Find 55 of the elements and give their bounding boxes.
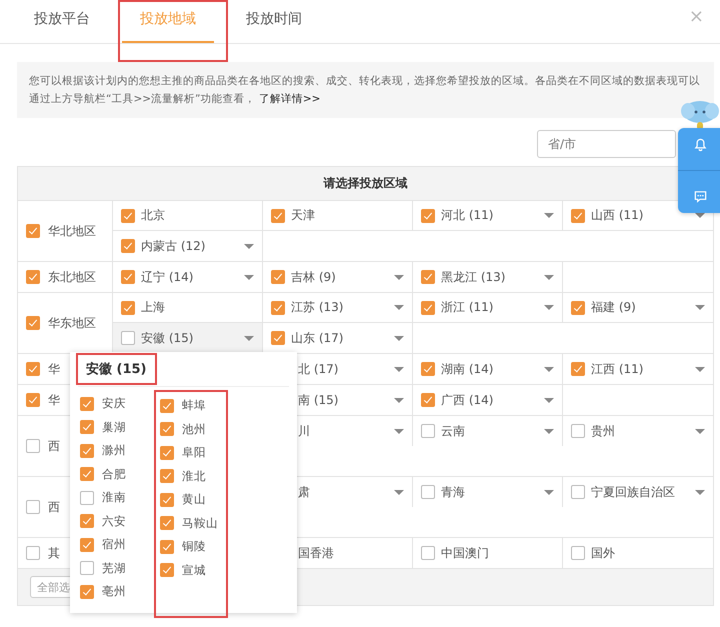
city-label: 淮北 [182,468,206,484]
region-label: 东北地区 [48,268,96,286]
city-label: 池州 [182,422,206,437]
city-label: 马鞍山 [182,516,218,531]
province-label: 贵州 [591,422,615,440]
region-label: 华 [48,392,60,408]
province-label: 肃 [298,484,310,500]
city-label: 蚌埠 [182,398,206,414]
city-label: 淮南 [102,490,126,506]
province-label: 浙江 (11) [441,299,494,316]
province-label: 江西 (11) [591,360,644,378]
province-label: 国外 [591,544,615,562]
city-label: 芜湖 [102,560,126,576]
province-label: 内蒙古 (12) [141,238,206,254]
province-label: 中国澳门 [441,544,489,562]
province-label: 江苏 (13) [291,299,344,316]
region-label: 西 [48,498,60,516]
province-label: 宁夏回族自治区 [591,484,675,500]
province-label: 上海 [141,299,165,316]
popup-title: 安徽 (15) [76,353,156,385]
province-label: 广西 (14) [441,392,494,408]
province-label: 南 (15) [298,392,338,408]
province-label: 北京 [141,207,165,224]
city-label: 六安 [102,514,126,529]
province-label: 天津 [291,207,315,224]
province-label: 山东 (17) [291,330,344,346]
city-label: 黄山 [182,492,206,508]
city-label: 合肥 [102,466,126,482]
city-label: 亳州 [102,584,126,600]
city-label: 滁州 [102,443,126,458]
region-label: 华东地区 [48,314,96,332]
notice-text: 您可以根据该计划内的您想主推的商品品类在各地区的搜索、成交、转化表现，选择您希望投放的区域。各品类在不同区域的数据表现可以通过上方导航栏“工具>>流量解析”功能查看， 了解详情>> [29,74,701,107]
city-label: 巢湖 [102,420,126,435]
city-label: 阜阳 [182,445,206,460]
province-label: 青海 [441,484,465,500]
region-label: 华北地区 [48,222,96,240]
province-label: 北 (17) [298,360,338,378]
province-label: 川 [298,422,310,440]
province-label: 安徽 (15) [141,330,194,346]
region-label: 西 [48,438,60,454]
province-label: 山西 (11) [591,207,644,224]
province-label: 河北 (11) [441,207,494,224]
province-label: 辽宁 (14) [141,268,194,286]
city-label: 铜陵 [182,539,206,554]
region-label: 其 [48,544,60,562]
city-label: 宣城 [182,562,206,578]
province-label: 云南 [441,422,465,440]
city-label: 安庆 [102,396,126,412]
province-label: 吉林 (9) [291,268,336,286]
province-label: 国香港 [298,544,334,562]
province-label: 黑龙江 (13) [441,268,506,286]
region-label: 华 [48,360,60,378]
province-label: 福建 (9) [591,299,636,316]
province-label: 湖南 (14) [441,360,494,378]
city-label: 宿州 [102,537,126,552]
